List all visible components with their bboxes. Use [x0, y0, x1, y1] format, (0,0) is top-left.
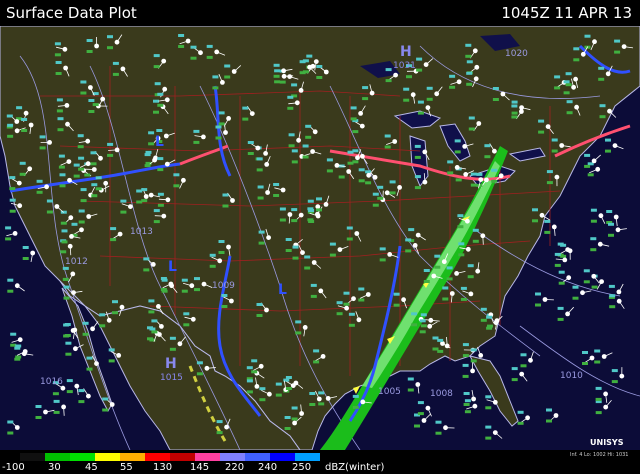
legend-swatch — [270, 453, 295, 461]
legend-swatch — [245, 453, 270, 461]
legend-swatch — [95, 453, 120, 461]
high-center-mex: H — [165, 356, 177, 372]
legend-swatch — [45, 453, 70, 461]
legend-label: 130 — [153, 462, 173, 473]
legend-label: 250 — [292, 462, 312, 473]
legend-swatch — [195, 453, 220, 461]
legend-bar: -100 30 45 55 130 145 220 240 250 dBZ(winter) — [0, 450, 640, 474]
isobar-label-1012: 1012 — [65, 257, 88, 267]
low-center-plains: L — [278, 282, 287, 298]
legend-swatches — [20, 453, 320, 461]
low-center-sw: L — [168, 259, 177, 275]
high-center-ne: H — [400, 44, 412, 60]
isobar-label-1009: 1009 — [212, 281, 235, 291]
legend-swatch — [295, 453, 320, 461]
map-title: Surface Data Plot — [6, 4, 137, 22]
legend-label: 30 — [48, 462, 61, 473]
isobar-label-1020: 1020 — [505, 49, 528, 59]
legend-label: 145 — [190, 462, 210, 473]
high-center-ne-value: 1031 — [393, 61, 416, 71]
legend-swatch — [170, 453, 195, 461]
isobar-label-1010: 1010 — [560, 371, 583, 381]
legend-swatch — [70, 453, 95, 461]
low-center-west: L — [155, 134, 164, 150]
isobar-label-1016: 1016 — [40, 377, 63, 387]
legend-swatch — [145, 453, 170, 461]
legend-labels: -100 30 45 55 130 145 220 240 250 — [0, 462, 640, 474]
legend-swatch — [20, 453, 45, 461]
legend-swatch — [220, 453, 245, 461]
brand-subtext: Inf. 4 Lo: 1002 Hi: 1031 — [570, 452, 629, 458]
legend-label: 220 — [225, 462, 245, 473]
isobar-label-1005: 1005 — [378, 387, 401, 397]
title-bar: Surface Data Plot 1045Z 11 APR 13 — [0, 0, 640, 26]
brand-name: UNISYS — [590, 438, 624, 447]
surface-map: H 1031 L L L H 1015 1016 1012 1009 1005 … — [0, 26, 640, 450]
legend-label: 45 — [85, 462, 98, 473]
map-timestamp: 1045Z 11 APR 13 — [501, 4, 632, 22]
isobar-label-1008: 1008 — [430, 389, 453, 399]
unisys-logo: UNISYS — [590, 438, 623, 447]
legend-label: -100 — [2, 462, 25, 473]
legend-label: 240 — [258, 462, 278, 473]
high-center-mex-value: 1015 — [160, 373, 183, 383]
isobar-label-1013: 1013 — [130, 227, 153, 237]
legend-swatch — [120, 453, 145, 461]
legend-label: 55 — [120, 462, 133, 473]
legend-unit: dBZ(winter) — [325, 462, 385, 473]
